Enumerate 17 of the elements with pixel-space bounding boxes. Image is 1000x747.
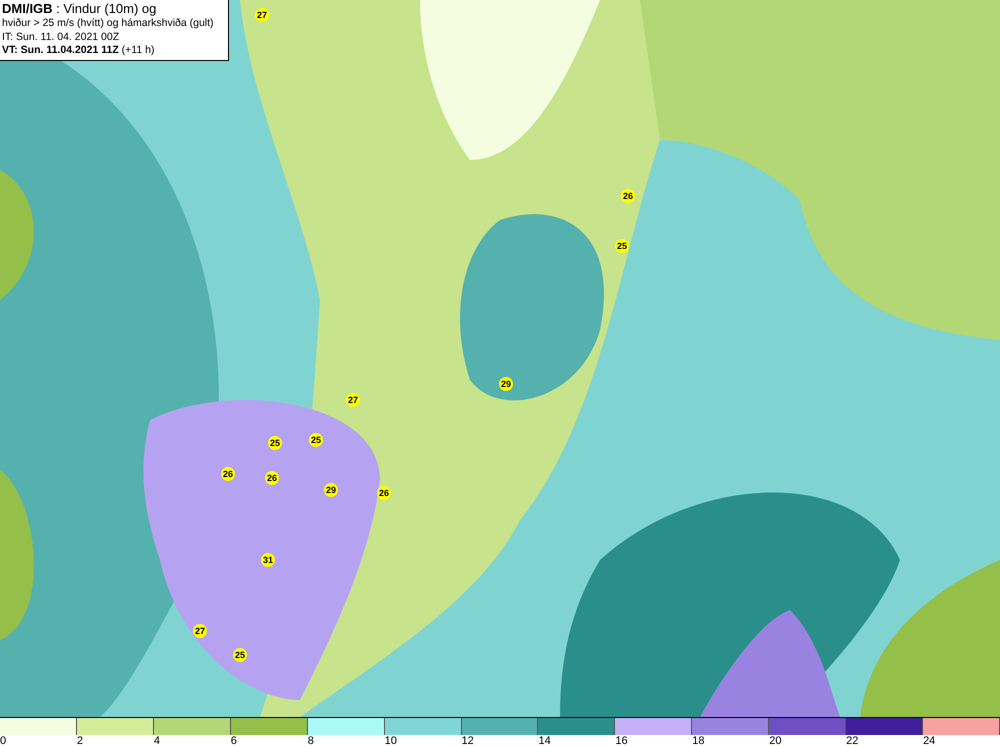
title-text: hviður > 25 m/s (hvítt) og hámarkshviða (gult) [2, 17, 215, 30]
tick-label: 6 [230, 735, 237, 747]
tick-label: 0 [0, 735, 6, 747]
title-text: DMI/IGB : Vindur (10m) og [2, 1, 158, 17]
tick-label: 10 [384, 735, 397, 747]
tick-label: 16 [615, 735, 628, 747]
tick-label: 8 [308, 735, 314, 747]
tick-label: 4 [154, 735, 160, 747]
title-text: VT: Sun. 11.04.2021 11Z (+11 h) [2, 44, 156, 58]
tick-label: 14 [538, 735, 551, 747]
tick-label: 18 [692, 735, 705, 747]
tick-label: 12 [462, 735, 474, 747]
tick-label: 20 [769, 735, 782, 747]
title-text: IT: Sun. 11. 04. 2021 00Z [2, 30, 120, 44]
tick-label: 24 [923, 735, 936, 747]
tick-label: 2 [76, 735, 84, 747]
tick-label: 22 [846, 735, 858, 747]
